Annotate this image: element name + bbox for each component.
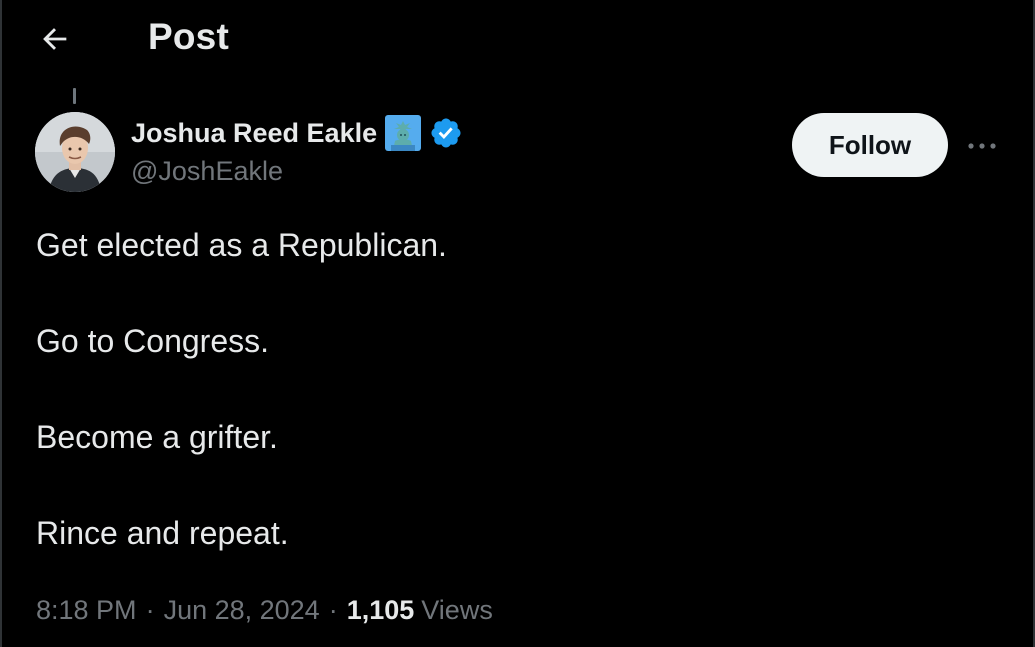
profile-photo-avatar	[35, 112, 115, 192]
follow-button[interactable]: Follow	[792, 113, 948, 177]
meta-separator: ·	[145, 594, 155, 625]
left-border	[0, 0, 2, 647]
page-title: Post	[148, 16, 229, 57]
thread-connector-line	[73, 88, 76, 104]
tweet-text: Get elected as a Republican. Go to Congr…	[36, 225, 976, 609]
author-handle[interactable]: @JoshEakle	[131, 156, 283, 187]
tweet-time-link[interactable]: 8:18 PM · Jun 28, 2024	[36, 595, 320, 626]
verified-badge-icon	[431, 118, 461, 148]
author-name-row: Joshua Reed Eakle	[131, 113, 463, 153]
tweet-date: Jun 28, 2024	[163, 594, 320, 625]
post-header: Post	[0, 0, 1035, 78]
statue-of-liberty-icon	[385, 115, 422, 151]
tweet-line: Become a grifter.	[36, 419, 278, 455]
tweet-line: Get elected as a Republican.	[36, 227, 447, 263]
views-label: Views	[421, 594, 493, 625]
back-button[interactable]	[34, 18, 76, 60]
tweet-line: Rince and repeat.	[36, 515, 289, 551]
more-options-button[interactable]	[962, 128, 1002, 164]
more-horizontal-icon	[968, 143, 996, 149]
meta-separator: ·	[328, 594, 338, 625]
tweet-meta: 8:18 PM · Jun 28, 2024 · 1,105 Views	[36, 590, 493, 630]
views-count: 1,105	[346, 594, 415, 625]
avatar[interactable]	[35, 112, 115, 192]
arrow-left-icon	[43, 28, 67, 50]
tweet-line: Go to Congress.	[36, 323, 269, 359]
tweet-time: 8:18 PM	[36, 594, 137, 625]
author-display-name[interactable]: Joshua Reed Eakle	[131, 118, 377, 149]
